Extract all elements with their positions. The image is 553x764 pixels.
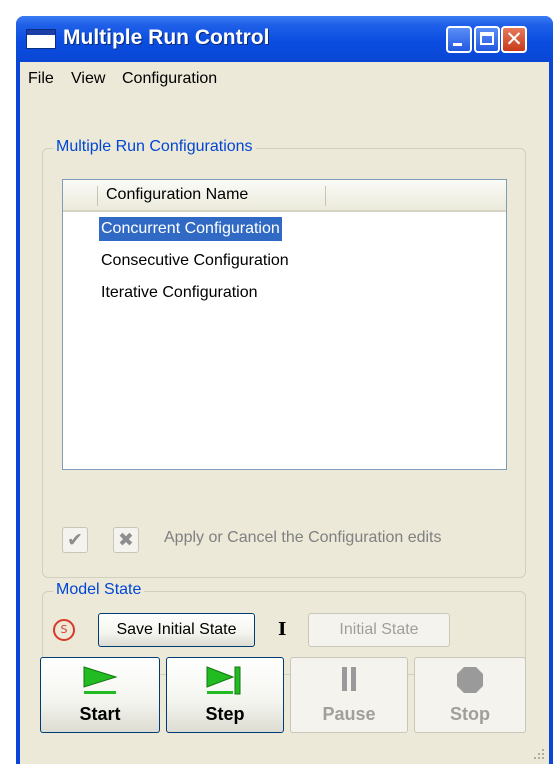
- menu-configuration[interactable]: Configuration: [122, 70, 217, 88]
- start-button[interactable]: Start: [40, 657, 160, 733]
- menu-bar: File View Configuration: [20, 62, 549, 96]
- window-client-area: File View Configuration Multiple Run Con…: [20, 62, 549, 764]
- list-item[interactable]: Consecutive Configuration: [99, 249, 291, 273]
- maximize-icon: [480, 32, 494, 45]
- minimize-icon: [453, 43, 462, 46]
- pause-label: Pause: [322, 704, 376, 724]
- apply-cancel-hint: Apply or Cancel the Configuration edits: [164, 529, 442, 546]
- pause-icon: [342, 667, 356, 691]
- apply-button[interactable]: ✔: [62, 527, 88, 553]
- stop-label: Stop: [450, 704, 490, 724]
- close-button[interactable]: ✕: [501, 26, 527, 53]
- close-icon: ✕: [505, 27, 523, 51]
- step-label: Step: [205, 704, 245, 724]
- window-icon: [26, 29, 56, 49]
- stop-icon: [457, 667, 483, 693]
- list-item[interactable]: Concurrent Configuration: [99, 217, 282, 241]
- pause-button[interactable]: Pause: [290, 657, 408, 733]
- list-header: Configuration Name: [63, 180, 506, 212]
- list-item[interactable]: Iterative Configuration: [99, 281, 260, 305]
- resize-grip-icon[interactable]: [531, 746, 545, 760]
- column-header-configuration-name[interactable]: Configuration Name: [106, 186, 248, 204]
- cancel-button[interactable]: ✖: [113, 527, 139, 553]
- initial-state-button[interactable]: Initial State: [308, 613, 450, 647]
- ibeam-cursor-icon: I: [278, 619, 287, 640]
- step-icon: [206, 666, 241, 695]
- minimize-button[interactable]: [446, 26, 472, 53]
- app-window: Multiple Run Control ✕ File View Configu…: [16, 16, 553, 764]
- menu-view[interactable]: View: [71, 70, 105, 88]
- checkmark-icon: ✔: [67, 529, 83, 551]
- no-state-icon: S: [53, 619, 75, 641]
- configuration-list[interactable]: Configuration Name Concurrent Configurat…: [62, 179, 507, 470]
- configurations-group-title: Multiple Run Configurations: [53, 138, 256, 156]
- title-bar[interactable]: Multiple Run Control ✕: [16, 16, 553, 62]
- menu-file[interactable]: File: [28, 70, 54, 88]
- save-initial-state-button[interactable]: Save Initial State: [98, 613, 255, 647]
- model-state-group-title: Model State: [53, 581, 145, 599]
- play-icon: [83, 666, 118, 694]
- header-separator: [97, 186, 98, 206]
- step-button[interactable]: Step: [166, 657, 284, 733]
- window-title: Multiple Run Control: [63, 26, 270, 49]
- maximize-button[interactable]: [474, 26, 500, 53]
- stop-button[interactable]: Stop: [414, 657, 526, 733]
- start-label: Start: [79, 704, 121, 724]
- cross-icon: ✖: [118, 529, 134, 551]
- header-separator[interactable]: [325, 186, 326, 206]
